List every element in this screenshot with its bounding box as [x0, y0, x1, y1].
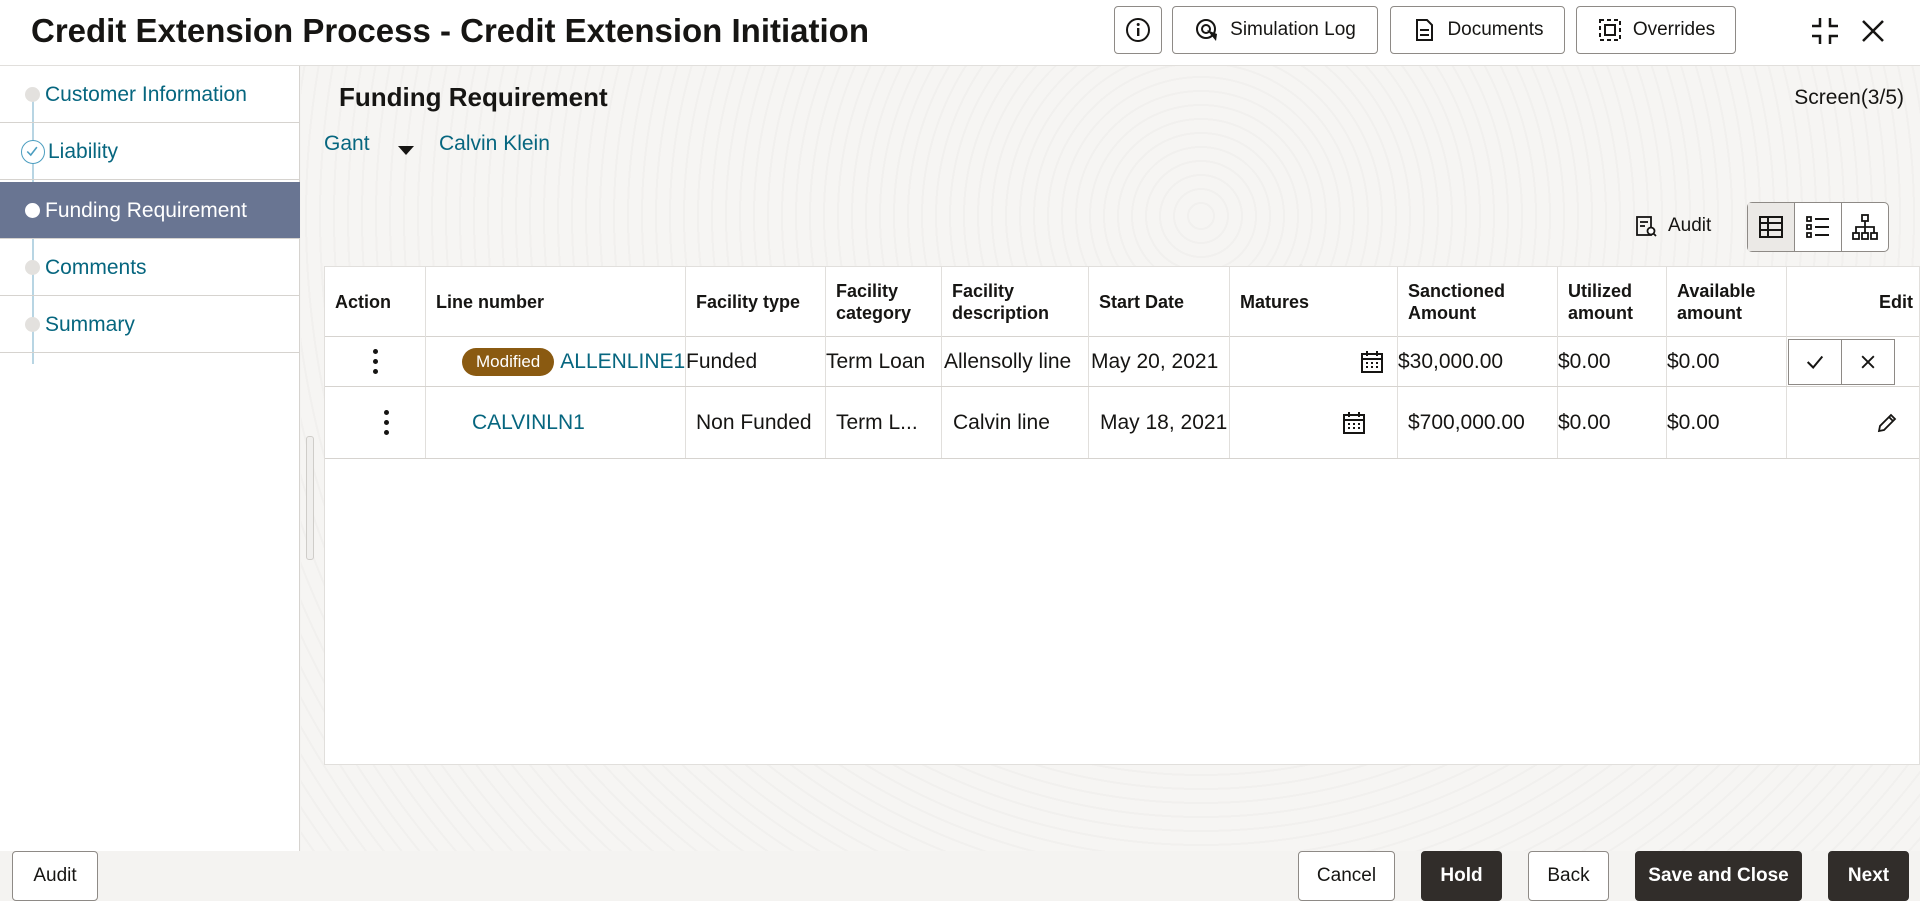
nav-item-comments[interactable]: Comments [0, 239, 300, 296]
info-icon [1126, 18, 1150, 42]
audit-link[interactable]: Audit [1634, 214, 1711, 238]
table-row: Modified ALLENLINE1 Funded Term Loan All… [325, 337, 1919, 387]
kebab-icon [383, 410, 389, 435]
audit-icon [1636, 216, 1657, 237]
audit-button[interactable]: Audit [12, 851, 98, 901]
overrides-icon [1598, 19, 1621, 41]
hold-button[interactable]: Hold [1421, 851, 1502, 901]
pencil-icon [1877, 413, 1897, 432]
header: Credit Extension Process - Credit Extens… [0, 0, 1920, 66]
table-row: CALVINLN1 Non Funded Term L... Calvin li… [325, 387, 1919, 459]
nav-dot-icon [25, 260, 40, 275]
table-view-icon[interactable] [1748, 203, 1795, 251]
facility-description-cell: Allensolly line [942, 337, 1089, 386]
column-header[interactable]: Sanctioned Amount [1398, 267, 1558, 337]
nav-item-label: Customer Information [45, 83, 247, 106]
nav-dot-icon [25, 317, 40, 332]
audit-label: Audit [1668, 215, 1712, 236]
nav-dot-icon [25, 203, 40, 218]
page-title: Credit Extension Process - Credit Extens… [31, 12, 869, 49]
facility-category-cell: Term L... [826, 387, 942, 458]
simulation-log-label: Simulation Log [1230, 19, 1356, 40]
check-icon [1806, 355, 1824, 369]
next-button[interactable]: Next [1828, 851, 1909, 901]
nav-item-summary[interactable]: Summary [0, 296, 300, 353]
line-number-link[interactable]: ALLENLINE1 [560, 350, 685, 374]
sanctioned-amount-cell: $700,000.00 [1398, 387, 1558, 458]
overrides-button[interactable]: Overrides [1576, 6, 1736, 54]
line-number-link[interactable]: CALVINLN1 [426, 387, 686, 458]
counterpart-name-link[interactable]: Calvin Klein [439, 132, 550, 156]
facility-description-cell: Calvin line [942, 387, 1089, 458]
column-header[interactable]: Edit [1787, 267, 1920, 337]
simulation-log-button[interactable]: Simulation Log [1172, 6, 1378, 54]
column-header[interactable]: Line number [426, 267, 686, 337]
documents-button[interactable]: Documents [1390, 6, 1565, 54]
line-number-cell[interactable]: Modified ALLENLINE1 [426, 337, 686, 386]
table-header: Action Line number Facility type Facilit… [325, 267, 1919, 337]
column-header[interactable]: Facility category [826, 267, 942, 337]
column-header[interactable]: Start Date [1089, 267, 1230, 337]
modified-badge: Modified [462, 347, 555, 376]
caret-down-icon[interactable] [398, 146, 414, 155]
edit-row-button[interactable] [1787, 387, 1920, 458]
kebab-icon [372, 349, 378, 374]
nav-dot-icon [25, 87, 40, 102]
documents-label: Documents [1447, 19, 1544, 40]
info-button[interactable] [1114, 6, 1162, 54]
close-icon[interactable] [1858, 16, 1888, 46]
back-button[interactable]: Back [1528, 851, 1609, 901]
hierarchy-view-icon[interactable] [1842, 203, 1888, 251]
cancel-button[interactable]: Cancel [1298, 851, 1395, 901]
utilized-amount-cell: $0.00 [1558, 337, 1667, 386]
save-and-close-button[interactable]: Save and Close [1635, 851, 1802, 901]
nav-item-customer-information[interactable]: Customer Information [0, 66, 300, 123]
matures-date-input[interactable] [1230, 387, 1398, 458]
facility-category-cell: Term Loan [826, 337, 942, 386]
facility-type-cell: Funded [686, 337, 826, 386]
simulation-icon [1196, 19, 1218, 41]
nav-item-funding-requirement[interactable]: Funding Requirement [0, 182, 300, 239]
scroll-handle[interactable] [306, 436, 314, 560]
section-title: Funding Requirement [339, 82, 608, 112]
confirm-edit-button[interactable] [1788, 339, 1842, 385]
collapse-icon[interactable] [1808, 14, 1842, 48]
facility-table: Action Line number Facility type Facilit… [324, 266, 1920, 765]
matures-date-input[interactable] [1230, 337, 1398, 386]
view-toggle [1747, 202, 1889, 252]
calendar-icon[interactable] [1359, 349, 1385, 375]
start-date-cell: May 20, 2021 [1089, 337, 1230, 386]
cancel-edit-button[interactable] [1841, 339, 1895, 385]
row-actions-menu[interactable] [325, 387, 426, 458]
available-amount-cell: $0.00 [1667, 337, 1787, 386]
left-navigation: Customer Information Liability Funding R… [0, 66, 300, 851]
nav-item-label: Summary [45, 313, 135, 336]
edit-cell [1787, 337, 1920, 386]
nav-item-liability[interactable]: Liability [0, 123, 300, 180]
nav-item-label: Liability [48, 140, 119, 163]
overrides-label: Overrides [1632, 19, 1716, 40]
start-date-cell: May 18, 2021 [1089, 387, 1230, 458]
nav-item-label: Funding Requirement [45, 199, 247, 222]
nav-item-label: Comments [45, 256, 147, 279]
column-header[interactable]: Utilized amount [1558, 267, 1667, 337]
customer-name-link[interactable]: Gant [324, 132, 370, 156]
available-amount-cell: $0.00 [1667, 387, 1787, 458]
column-header[interactable]: Action [325, 267, 426, 337]
facility-type-cell: Non Funded [686, 387, 826, 458]
row-actions-menu[interactable] [325, 337, 426, 386]
list-view-icon[interactable] [1795, 203, 1842, 251]
close-icon [1861, 355, 1875, 369]
column-header[interactable]: Facility description [942, 267, 1089, 337]
calendar-icon[interactable] [1341, 410, 1367, 436]
column-header[interactable]: Facility type [686, 267, 826, 337]
main-content: Funding Requirement Screen(3/5) Gant Cal… [301, 66, 1920, 851]
column-header[interactable]: Available amount [1667, 267, 1787, 337]
check-circle-icon [21, 140, 45, 164]
document-icon [1416, 19, 1434, 41]
screen-counter: Screen(3/5) [1794, 86, 1904, 109]
sanctioned-amount-cell: $30,000.00 [1398, 337, 1558, 386]
utilized-amount-cell: $0.00 [1558, 387, 1667, 458]
column-header[interactable]: Matures [1230, 267, 1398, 337]
